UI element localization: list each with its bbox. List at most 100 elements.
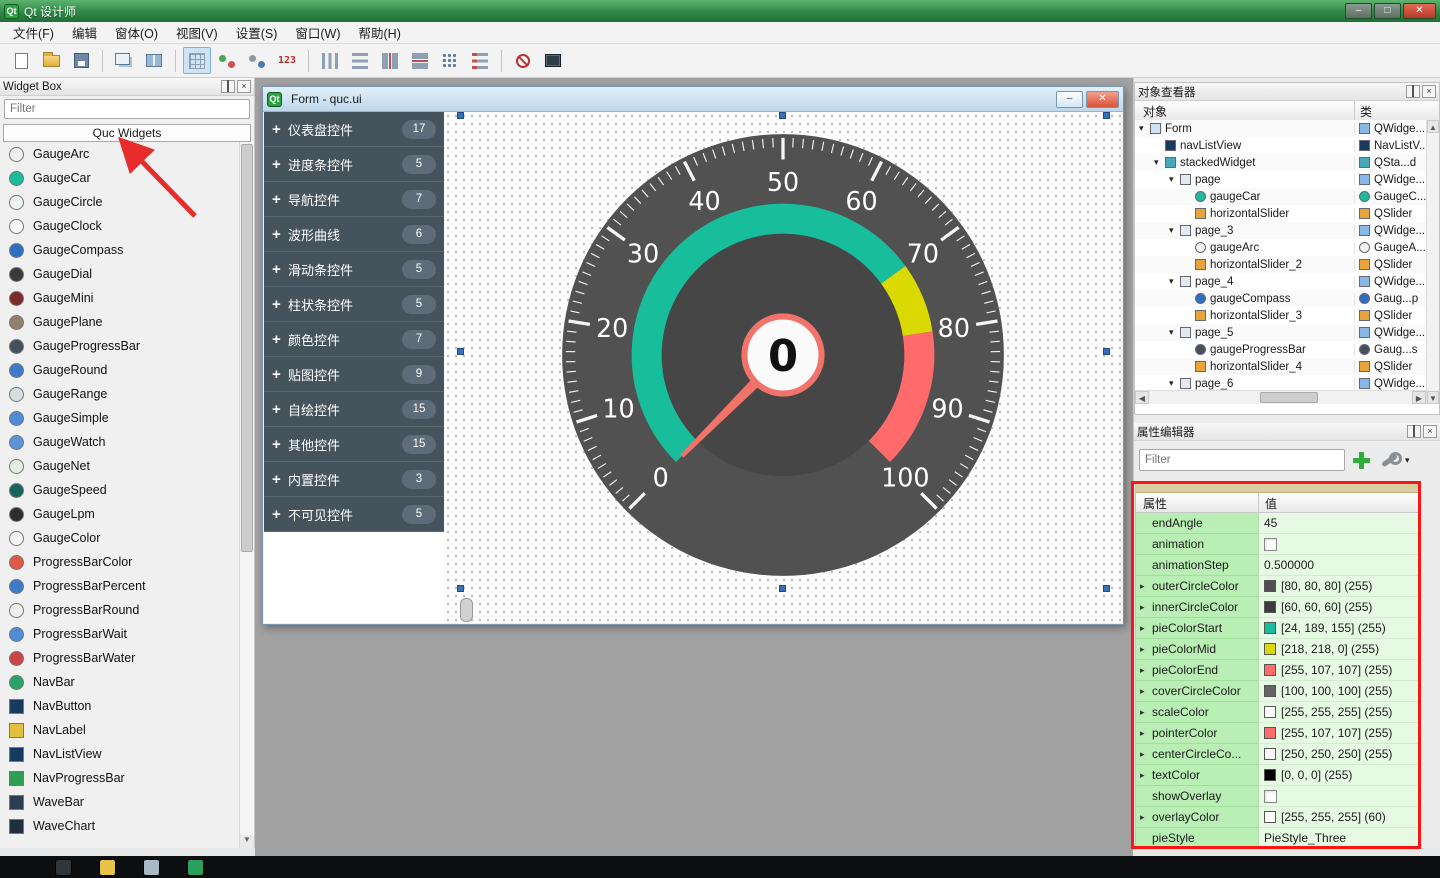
os-taskbar[interactable] (0, 856, 1440, 878)
form-title-bar[interactable]: Qt Form - quc.ui – ✕ (263, 87, 1123, 112)
column-property[interactable]: 属性 (1136, 493, 1258, 512)
property-value-cell[interactable]: [60, 60, 60] (255) (1258, 597, 1418, 618)
nav-item[interactable]: +内置控件3 (264, 462, 444, 497)
adjust-size-button[interactable] (539, 47, 567, 74)
widget-list-item[interactable]: GaugeLpm (0, 502, 239, 526)
column-class[interactable]: 类 (1354, 101, 1439, 120)
nav-item[interactable]: +颜色控件7 (264, 322, 444, 357)
menu-item[interactable]: 窗口(W) (286, 21, 349, 44)
taskbar-app-4-icon[interactable] (187, 859, 204, 876)
widget-list-item[interactable]: ProgressBarWait (0, 622, 239, 646)
object-row[interactable]: ▾pageQWidge... (1135, 171, 1426, 188)
object-row[interactable]: ▾page_5QWidge... (1135, 324, 1426, 341)
edit-tab-order-button[interactable]: 123 (273, 47, 301, 74)
property-row[interactable]: ▸coverCircleColor[100, 100, 100] (255) (1136, 681, 1418, 702)
property-row[interactable]: ▸pointerColor[255, 107, 107] (255) (1136, 723, 1418, 744)
property-filter-input[interactable] (1139, 449, 1345, 471)
selection-handle[interactable] (1103, 585, 1110, 592)
object-row[interactable]: horizontalSlider_3QSlider (1135, 307, 1426, 324)
column-object[interactable]: 对象 (1135, 101, 1354, 120)
tile-windows-button[interactable] (140, 47, 168, 74)
object-tree-vscrollbar[interactable]: ▲ ▼ (1426, 120, 1439, 404)
widget-list-item[interactable]: GaugeNet (0, 454, 239, 478)
configure-property-icon[interactable] (1378, 450, 1402, 470)
scroll-left-arrow-icon[interactable]: ◀ (1135, 391, 1149, 404)
menu-item[interactable]: 帮助(H) (350, 21, 410, 44)
horizontal-slider-widget[interactable] (460, 598, 473, 622)
widget-list-item[interactable]: GaugeCar (0, 166, 239, 190)
widget-list-item[interactable]: ProgressBarRound (0, 598, 239, 622)
float-panel-button[interactable] (1407, 425, 1421, 438)
menu-item[interactable]: 文件(F) (4, 21, 63, 44)
widget-list-item[interactable]: GaugeCircle (0, 190, 239, 214)
layout-grid-button[interactable] (436, 47, 464, 74)
object-row[interactable]: gaugeCompassGaug...p (1135, 290, 1426, 307)
form-minimize-button[interactable]: – (1056, 91, 1083, 108)
property-value-cell[interactable]: [80, 80, 80] (255) (1258, 576, 1418, 597)
object-tree-hscrollbar[interactable]: ◀ ▶ (1135, 390, 1426, 404)
property-value-cell[interactable]: [100, 100, 100] (255) (1258, 681, 1418, 702)
edit-widgets-button[interactable] (183, 47, 211, 74)
float-panel-button[interactable] (1406, 85, 1420, 98)
property-value-cell[interactable]: [255, 255, 255] (255) (1258, 702, 1418, 723)
expand-arrow-icon[interactable]: ▾ (1169, 327, 1180, 338)
widget-list-item[interactable]: NavProgressBar (0, 766, 239, 790)
layout-splitter-horizontal-button[interactable] (376, 47, 404, 74)
object-row[interactable]: ▾FormQWidge... (1135, 120, 1426, 137)
expand-arrow-icon[interactable]: ▾ (1169, 378, 1180, 389)
widget-list-item[interactable]: GaugeClock (0, 214, 239, 238)
object-row[interactable]: gaugeArcGaugeA... (1135, 239, 1426, 256)
edit-buddies-button[interactable] (243, 47, 271, 74)
property-row[interactable]: endAngle45 (1136, 513, 1418, 534)
property-row[interactable]: ▸pieColorEnd[255, 107, 107] (255) (1136, 660, 1418, 681)
property-value-cell[interactable]: [24, 189, 155] (255) (1258, 618, 1418, 639)
close-button[interactable]: ✕ (1403, 3, 1436, 19)
property-value-cell[interactable]: [250, 250, 250] (255) (1258, 744, 1418, 765)
checkbox[interactable] (1264, 538, 1277, 551)
widget-list-item[interactable]: ProgressBarColor (0, 550, 239, 574)
form-canvas[interactable]: 01020304050607080901000 (444, 112, 1122, 623)
widget-list-item[interactable]: GaugeMini (0, 286, 239, 310)
selection-handle[interactable] (457, 112, 464, 119)
property-row[interactable]: pieStylePieStyle_Three (1136, 828, 1418, 848)
scroll-down-arrow-icon[interactable]: ▼ (240, 835, 254, 848)
object-row[interactable]: horizontalSliderQSlider (1135, 205, 1426, 222)
nav-item[interactable]: +贴图控件9 (264, 357, 444, 392)
scrollbar-thumb[interactable] (1260, 392, 1318, 403)
selection-handle[interactable] (457, 585, 464, 592)
selection-handle[interactable] (779, 112, 786, 119)
form-window[interactable]: Qt Form - quc.ui – ✕ +仪表盘控件17+进度条控件5+导航控… (262, 86, 1124, 625)
menu-item[interactable]: 视图(V) (167, 21, 227, 44)
widget-group-header[interactable]: Quc Widgets (3, 124, 251, 142)
widget-list-item[interactable]: GaugeSimple (0, 406, 239, 430)
expand-arrow-icon[interactable]: ▾ (1154, 157, 1165, 168)
selection-handle[interactable] (1103, 348, 1110, 355)
form-close-button[interactable]: ✕ (1086, 91, 1119, 108)
property-value-cell[interactable]: PieStyle_Three (1258, 828, 1418, 848)
nav-item[interactable]: +柱状条控件5 (264, 287, 444, 322)
property-row[interactable]: ▸innerCircleColor[60, 60, 60] (255) (1136, 597, 1418, 618)
expand-arrow-icon[interactable]: ▸ (1140, 623, 1152, 634)
scrollbar-thumb[interactable] (241, 144, 253, 552)
object-row[interactable]: gaugeProgressBarGaug...s (1135, 341, 1426, 358)
property-value-cell[interactable]: [255, 107, 107] (255) (1258, 660, 1418, 681)
property-row[interactable]: ▸overlayColor[255, 255, 255] (60) (1136, 807, 1418, 828)
expand-arrow-icon[interactable]: ▸ (1140, 644, 1152, 655)
expand-arrow-icon[interactable]: ▾ (1169, 174, 1180, 185)
nav-item[interactable]: +其他控件15 (264, 427, 444, 462)
property-row[interactable]: showOverlay (1136, 786, 1418, 807)
widget-list-item[interactable]: WaveChart (0, 814, 239, 838)
object-row[interactable]: horizontalSlider_4QSlider (1135, 358, 1426, 375)
widget-list-item[interactable]: NavListView (0, 742, 239, 766)
property-row[interactable]: animation (1136, 534, 1418, 555)
object-row[interactable]: navListViewNavListV... (1135, 137, 1426, 154)
scroll-up-arrow-icon[interactable]: ▲ (1427, 120, 1439, 133)
nav-item[interactable]: +自绘控件15 (264, 392, 444, 427)
minimize-button[interactable]: – (1345, 3, 1372, 19)
edit-signals-slots-button[interactable] (213, 47, 241, 74)
widget-list-scrollbar[interactable]: ▼ (239, 142, 254, 848)
object-row[interactable]: gaugeCarGaugeC... (1135, 188, 1426, 205)
layout-splitter-vertical-button[interactable] (406, 47, 434, 74)
expand-arrow-icon[interactable]: ▸ (1140, 581, 1152, 592)
property-value-cell[interactable]: [255, 107, 107] (255) (1258, 723, 1418, 744)
